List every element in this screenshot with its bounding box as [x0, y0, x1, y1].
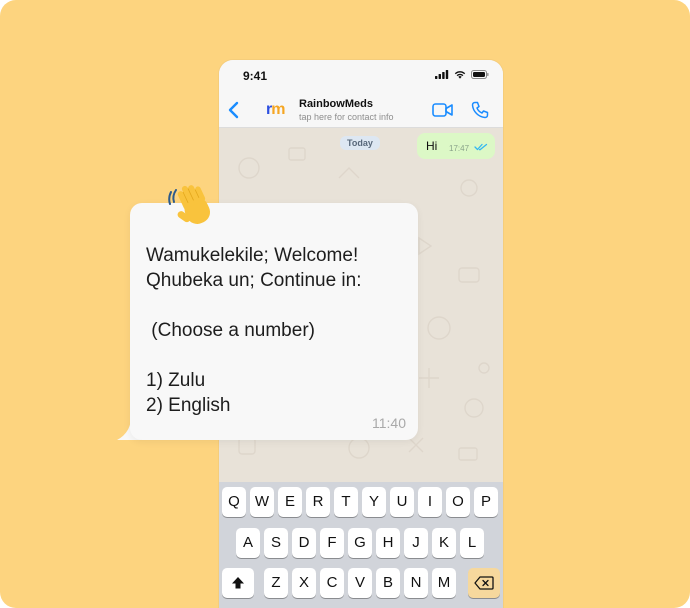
status-icons	[435, 70, 489, 79]
key-i[interactable]: I	[418, 487, 442, 517]
key-h[interactable]: H	[376, 528, 400, 558]
contact-avatar-logo[interactable]: rm	[266, 101, 285, 119]
date-pill: Today	[340, 136, 380, 150]
key-x[interactable]: X	[292, 568, 316, 598]
delete-key[interactable]	[468, 568, 500, 598]
outgoing-message[interactable]: Hi 17:47	[417, 133, 495, 159]
phone-call-icon[interactable]	[471, 101, 489, 119]
battery-icon	[471, 70, 489, 79]
key-q[interactable]: Q	[222, 487, 246, 517]
key-m[interactable]: M	[432, 568, 456, 598]
key-r[interactable]: R	[306, 487, 330, 517]
key-p[interactable]: P	[474, 487, 498, 517]
contact-name[interactable]: RainbowMeds	[299, 98, 373, 110]
key-e[interactable]: E	[278, 487, 302, 517]
background-card: 9:41 rm RainbowMeds tap here for contact…	[0, 0, 690, 608]
key-b[interactable]: B	[376, 568, 400, 598]
key-l[interactable]: L	[460, 528, 484, 558]
contact-subtitle[interactable]: tap here for contact info	[299, 112, 394, 122]
chat-header[interactable]: rm RainbowMeds tap here for contact info	[219, 92, 503, 128]
key-w[interactable]: W	[250, 487, 274, 517]
read-ticks-icon	[474, 143, 488, 151]
key-f[interactable]: F	[320, 528, 344, 558]
key-o[interactable]: O	[446, 487, 470, 517]
keyboard: Q W E R T Y U I O P A S D F G H J K L Z …	[219, 482, 503, 608]
status-time: 9:41	[243, 69, 268, 83]
outgoing-message-text: Hi	[426, 139, 438, 153]
key-s[interactable]: S	[264, 528, 288, 558]
status-bar: 9:41	[219, 60, 503, 92]
key-a[interactable]: A	[236, 528, 260, 558]
signal-icon	[435, 70, 449, 79]
key-y[interactable]: Y	[362, 487, 386, 517]
key-j[interactable]: J	[404, 528, 428, 558]
incoming-message-time: 11:40	[372, 415, 406, 431]
delete-icon	[474, 576, 494, 590]
key-n[interactable]: N	[404, 568, 428, 598]
key-c[interactable]: C	[320, 568, 344, 598]
logo-m: m	[271, 101, 285, 118]
shift-icon	[232, 577, 244, 589]
video-call-icon[interactable]	[432, 102, 454, 118]
shift-key[interactable]	[222, 568, 254, 598]
wifi-icon	[454, 71, 466, 79]
incoming-message[interactable]: Wamukelekile; Welcome! Qhubeka un; Conti…	[130, 203, 418, 440]
key-z[interactable]: Z	[264, 568, 288, 598]
incoming-message-text: Wamukelekile; Welcome! Qhubeka un; Conti…	[146, 245, 362, 416]
waving-hand-icon	[168, 185, 211, 224]
key-t[interactable]: T	[334, 487, 358, 517]
outgoing-message-time: 17:47	[449, 144, 470, 153]
key-d[interactable]: D	[292, 528, 316, 558]
back-chevron-icon[interactable]	[225, 100, 243, 120]
key-v[interactable]: V	[348, 568, 372, 598]
key-k[interactable]: K	[432, 528, 456, 558]
key-g[interactable]: G	[348, 528, 372, 558]
key-u[interactable]: U	[390, 487, 414, 517]
